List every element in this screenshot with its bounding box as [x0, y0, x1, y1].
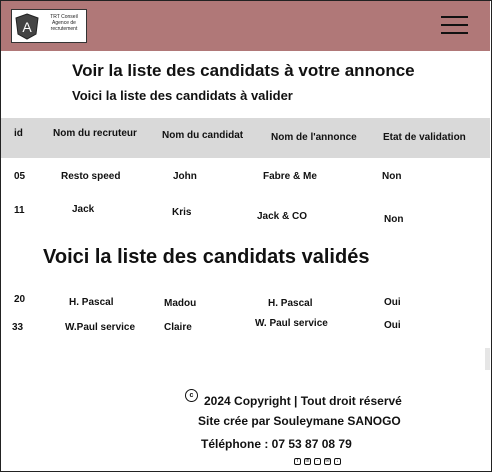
pending-row-1-id: 05: [14, 171, 26, 182]
pending-row-2-recruteur: Jack: [72, 204, 95, 215]
pending-row-2-annonce: Jack & CO: [257, 211, 308, 222]
hamburger-icon[interactable]: [441, 14, 468, 36]
validated-row-1-annonce: H. Pascal: [268, 298, 313, 309]
table-header: id Nom du recruteur Nom du candidat Nom …: [1, 118, 490, 158]
facebook-icon[interactable]: f: [294, 458, 301, 465]
logo[interactable]: A TRT Conseil Agence de recrutement: [11, 9, 87, 43]
scrollbar-thumb[interactable]: [485, 348, 490, 370]
svg-text:A: A: [22, 19, 32, 35]
col-candidat: Nom du candidat: [162, 130, 244, 141]
copyright-icon: c: [185, 389, 198, 402]
navbar: A TRT Conseil Agence de recrutement: [1, 1, 490, 51]
validated-row-1-candidat: Madou: [164, 298, 197, 309]
social-icons: f in ◦ ✉ ↓: [294, 458, 341, 466]
logo-line-3: recrutement: [50, 26, 78, 32]
pending-row-1-recruteur: Resto speed: [61, 171, 121, 182]
pending-row-2-id: 11: [14, 205, 25, 216]
validated-row-2-recruteur: W.Paul service: [65, 322, 136, 333]
linkedin-icon[interactable]: in: [304, 458, 311, 465]
validated-row-2-id: 33: [12, 322, 24, 333]
angular-logo-icon: A: [15, 13, 39, 40]
validated-row-1-recruteur: H. Pascal: [69, 297, 114, 308]
footer-credit: Site crée par Souleymane SANOGO: [198, 414, 401, 428]
col-id: id: [14, 128, 23, 139]
download-icon[interactable]: ↓: [334, 458, 341, 465]
validated-row-2-candidat: Claire: [164, 322, 192, 333]
validated-title: Voici la liste des candidats validés: [43, 246, 370, 268]
pending-row-1-candidat: John: [173, 171, 197, 182]
logo-text: TRT Conseil Agence de recrutement: [42, 14, 86, 32]
page-title: Voir la liste des candidats à votre anno…: [72, 61, 415, 80]
col-recruteur: Nom du recruteur: [53, 128, 137, 139]
pending-row-1-etat: Non: [382, 171, 402, 182]
col-etat: Etat de validation: [383, 132, 466, 143]
validated-row-1-id: 20: [14, 294, 26, 305]
pending-subtitle: Voici la liste des candidats à valider: [72, 88, 293, 103]
col-annonce: Nom de l'annonce: [271, 132, 357, 143]
validated-row-2-annonce: W. Paul service: [255, 318, 328, 329]
instagram-icon[interactable]: ◦: [314, 458, 321, 465]
footer-phone: Téléphone : 07 53 87 08 79: [201, 437, 352, 451]
pending-row-2-candidat: Kris: [172, 207, 192, 218]
email-icon[interactable]: ✉: [324, 458, 331, 465]
validated-row-1-etat: Oui: [384, 297, 401, 308]
pending-row-1-annonce: Fabre & Me: [263, 171, 317, 182]
validated-row-2-etat: Oui: [384, 320, 401, 331]
footer-copyright: 2024 Copyright | Tout droit réservé: [204, 394, 402, 408]
pending-row-2-etat: Non: [384, 214, 404, 225]
